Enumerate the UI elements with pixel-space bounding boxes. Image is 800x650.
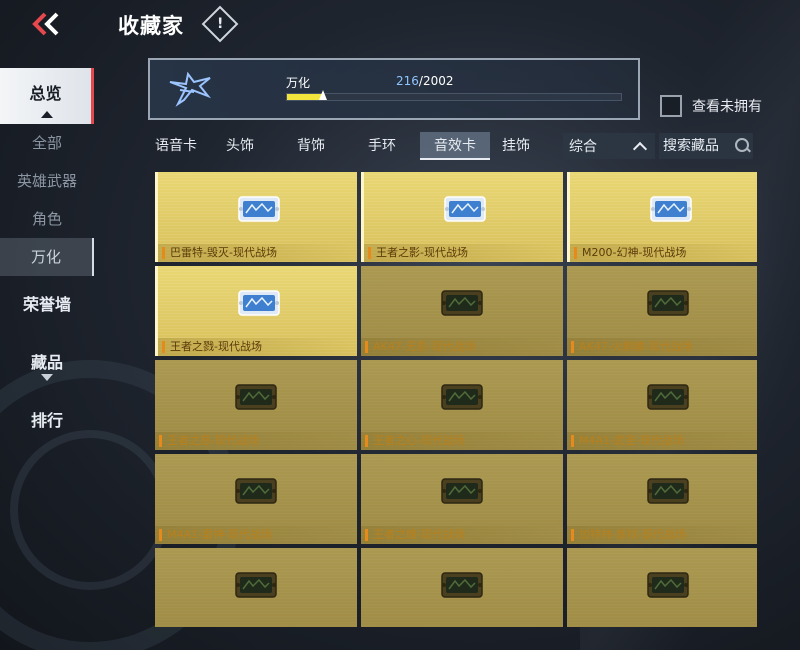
page-title: 收藏家 [118,14,184,38]
collectible-card[interactable]: 王者之影-现代战场 [361,172,563,262]
collectible-card[interactable]: 王者之戮-现代战场 [155,266,357,356]
collectible-card[interactable]: 王者之心-现代战场 [361,360,563,450]
collectible-card-name: 巴雷特-毁灭-现代战场 [158,244,357,262]
show-unowned-label: 查看未拥有 [692,99,762,115]
collectible-card-name: AK47-无影-现代战场 [361,338,563,356]
locked-sound-card-ticket-icon [441,384,483,410]
locked-sound-card-ticket-icon [441,290,483,316]
collectible-card[interactable]: M4A1-武圣-现代战场 [567,360,757,450]
sidebar-item-overview[interactable]: 总览 [0,68,94,124]
category-tabs: 语音卡 头饰 背饰 手环 音效卡 挂饰 [150,132,540,160]
progress-bar [286,90,622,101]
double-chevron-left-icon [32,12,59,36]
chevron-up-icon [632,141,648,156]
collectible-card-name: M4A1-武圣-现代战场 [567,432,757,450]
collectible-card-name: 加特林-炼狱-现代战场 [567,526,757,544]
sound-card-ticket-icon [650,196,692,222]
collectible-card[interactable]: 王者之魄-现代战场 [361,454,563,544]
tab-sound-card[interactable]: 音效卡 [420,132,490,160]
collectible-card[interactable]: M4A1-雷神-现代战场 [155,454,357,544]
info-button[interactable]: ! [201,5,239,43]
collectible-card-name: 王者之怒-现代战场 [155,432,357,450]
collectible-card[interactable] [567,548,757,627]
sidebar-sub-characters[interactable]: 角色 [0,200,94,238]
sort-dropdown[interactable]: 综合 [563,133,655,159]
sidebar-item-collectibles[interactable]: 藏品 [0,334,94,392]
tab-headwear[interactable]: 头饰 [202,132,278,160]
locked-sound-card-ticket-icon [441,572,483,598]
collectible-card-name: M4A1-雷神-现代战场 [155,526,357,544]
locked-sound-card-ticket-icon [235,572,277,598]
collectible-card[interactable]: 王者之怒-现代战场 [155,360,357,450]
collectible-card[interactable] [155,548,357,627]
back-button[interactable] [30,10,62,38]
search-icon[interactable] [735,138,751,154]
search-box[interactable] [659,133,753,159]
progress-count: 216/2002 [396,74,454,88]
sort-value: 综合 [569,139,597,155]
progress-bar-fill [287,94,324,100]
progress-marker-icon [319,90,328,100]
sound-card-ticket-icon [444,196,486,222]
wanhua-emblem-icon [162,68,216,112]
locked-sound-card-ticket-icon [647,478,689,504]
locked-sound-card-ticket-icon [235,478,277,504]
sidebar-sub-wanhua[interactable]: 万化 [0,238,94,276]
exclamation-icon: ! [216,15,224,32]
sidebar-item-ranking[interactable]: 排行 [0,392,94,450]
progress-current: 216 [396,74,419,88]
top-bar: 收藏家 ! [0,0,800,50]
tab-backwear[interactable]: 背饰 [278,132,344,160]
progress-label: 万化 [286,76,311,90]
collectible-card[interactable]: AK47-火麒麟-现代战场 [567,266,757,356]
sound-card-ticket-icon [238,290,280,316]
collectible-card[interactable]: AK47-无影-现代战场 [361,266,563,356]
caret-down-icon [41,374,53,381]
sidebar-sub-all[interactable]: 全部 [0,124,94,162]
tab-voice-card[interactable]: 语音卡 [150,132,202,160]
collection-progress-panel: 万化 216/2002 [148,58,640,120]
locked-sound-card-ticket-icon [647,290,689,316]
collectible-card[interactable]: M200-幻神-现代战场 [567,172,757,262]
show-unowned-checkbox[interactable] [660,95,682,117]
collectible-card-name: 王者之影-现代战场 [364,244,563,262]
collectible-card-name: 王者之戮-现代战场 [158,338,357,356]
collectible-card[interactable]: 巴雷特-毁灭-现代战场 [155,172,357,262]
locked-sound-card-ticket-icon [441,478,483,504]
sound-card-ticket-icon [238,196,280,222]
locked-sound-card-ticket-icon [647,384,689,410]
tab-bracelet[interactable]: 手环 [344,132,420,160]
show-unowned-toggle[interactable]: 查看未拥有 [660,95,762,117]
collectible-card[interactable]: 加特林-炼狱-现代战场 [567,454,757,544]
collectible-card-name: 王者之魄-现代战场 [361,526,563,544]
collectible-card[interactable] [361,548,563,627]
caret-up-icon [41,111,53,118]
sidebar-item-label: 总览 [29,84,62,103]
collectible-card-name: AK47-火麒麟-现代战场 [567,338,757,356]
sidebar-sub-hero-weapons[interactable]: 英雄武器 [0,162,94,200]
locked-sound-card-ticket-icon [235,384,277,410]
search-input[interactable] [663,138,729,154]
progress-total: /2002 [418,74,454,88]
collectible-grid: 巴雷特-毁灭-现代战场 王者之影-现代战场 M200-幻神-现代战场王者之戮-现代战… [155,172,757,627]
collectible-card-name: 王者之心-现代战场 [361,432,563,450]
sidebar-item-honor-wall[interactable]: 荣誉墙 [0,276,94,334]
sidebar: 总览 全部 英雄武器 角色 万化 荣誉墙 藏品 排行 [0,68,96,450]
locked-sound-card-ticket-icon [647,572,689,598]
sidebar-item-label: 藏品 [30,353,63,372]
collectible-card-name: M200-幻神-现代战场 [570,244,757,262]
tab-pendant[interactable]: 挂饰 [502,132,540,160]
